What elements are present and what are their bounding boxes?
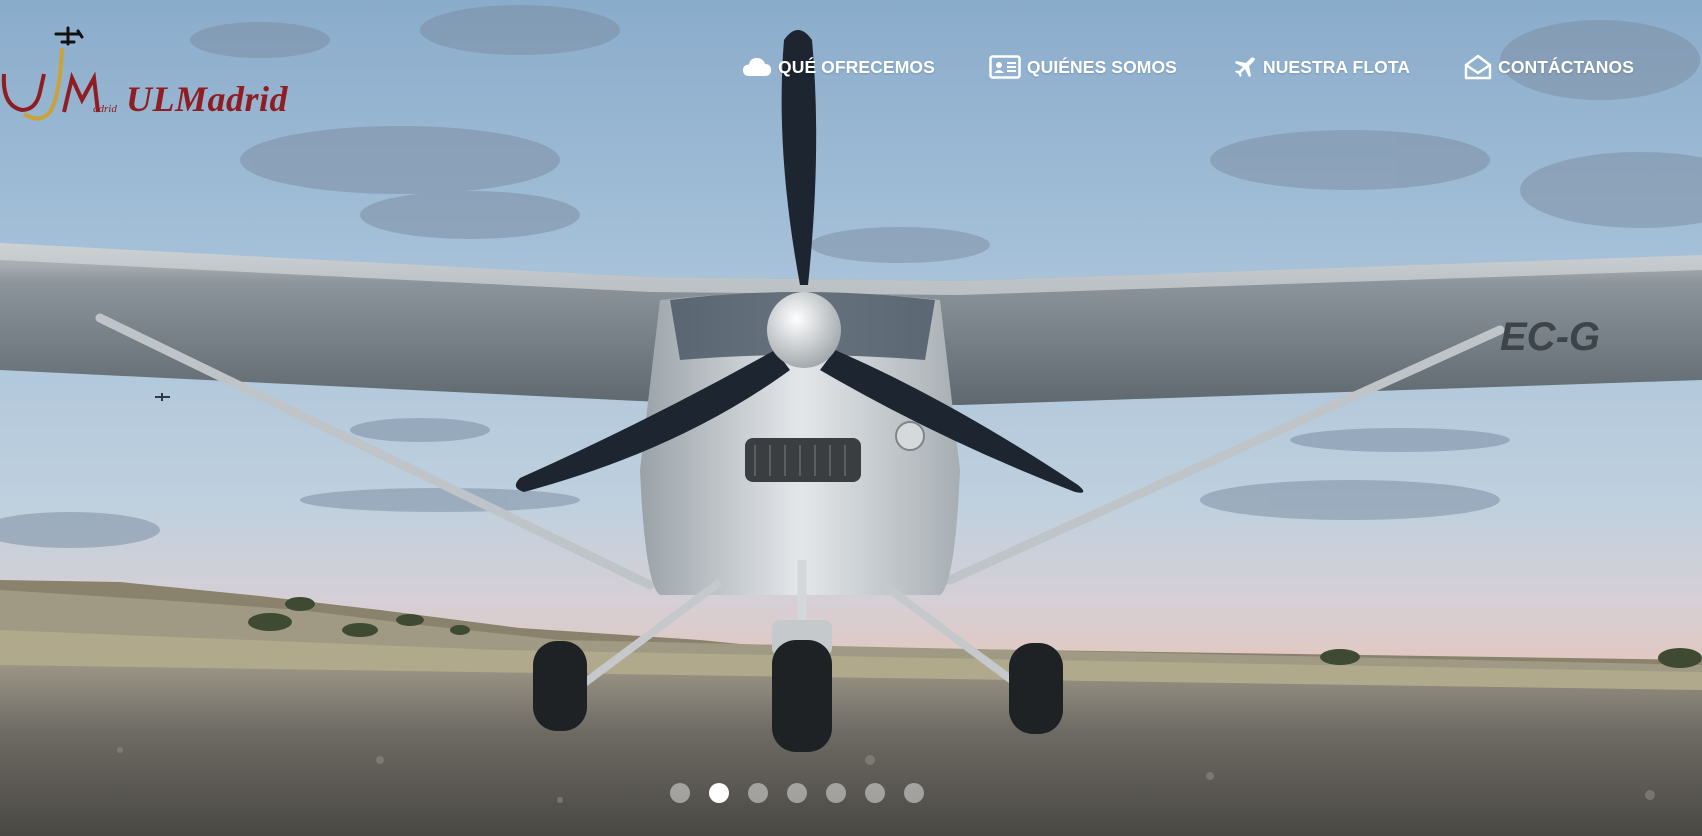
- cloud-icon: [742, 56, 772, 78]
- slider-dot[interactable]: [865, 783, 885, 803]
- logo-wordmark-suffix: Madrid: [175, 79, 289, 119]
- plane-icon: [1233, 55, 1257, 79]
- site-logo[interactable]: adrid ULMadrid: [0, 26, 320, 121]
- slider-dot[interactable]: [787, 783, 807, 803]
- site-header: adrid ULMadrid QUÉ OFRECEMOS QUIÉNES SOM…: [0, 0, 1702, 121]
- slider-dot[interactable]: [826, 783, 846, 803]
- envelope-icon: [1464, 54, 1492, 80]
- nav-label: NUESTRA FLOTA: [1262, 56, 1411, 77]
- nav-item-contactanos[interactable]: CONTÁCTANOS: [1464, 54, 1634, 80]
- slider-dot-active[interactable]: [709, 783, 729, 803]
- slider-pagination: [670, 783, 943, 803]
- nav-item-nuestra-flota[interactable]: NUESTRA FLOTA: [1233, 55, 1410, 79]
- nav-label: QUÉ OFRECEMOS: [778, 56, 935, 77]
- logo-mark-icon: adrid: [1, 26, 117, 121]
- main-nav: QUÉ OFRECEMOS QUIÉNES SOMOS NUESTRA FLOT…: [742, 52, 1634, 82]
- nav-item-quienes-somos[interactable]: QUIÉNES SOMOS: [989, 55, 1177, 79]
- nav-label: QUIÉNES SOMOS: [1026, 56, 1177, 77]
- logo-wordmark-prefix: UL: [126, 79, 175, 119]
- nav-label: CONTÁCTANOS: [1498, 56, 1634, 77]
- nav-item-que-ofrecemos[interactable]: QUÉ OFRECEMOS: [742, 56, 935, 78]
- slider-dot[interactable]: [748, 783, 768, 803]
- hero-background-image: EC-G: [0, 0, 1702, 836]
- hero-slider: EC-G adrid ULMadrid QUÉ OFRECEMOS QUIÉNE…: [0, 0, 1702, 836]
- id-card-icon: [989, 55, 1021, 79]
- logo-mark-text: adrid: [93, 103, 117, 115]
- slider-dot[interactable]: [904, 783, 924, 803]
- slider-dot[interactable]: [670, 783, 690, 803]
- logo-wordmark: ULMadrid: [126, 78, 288, 120]
- wing-registration: EC-G: [1500, 315, 1600, 359]
